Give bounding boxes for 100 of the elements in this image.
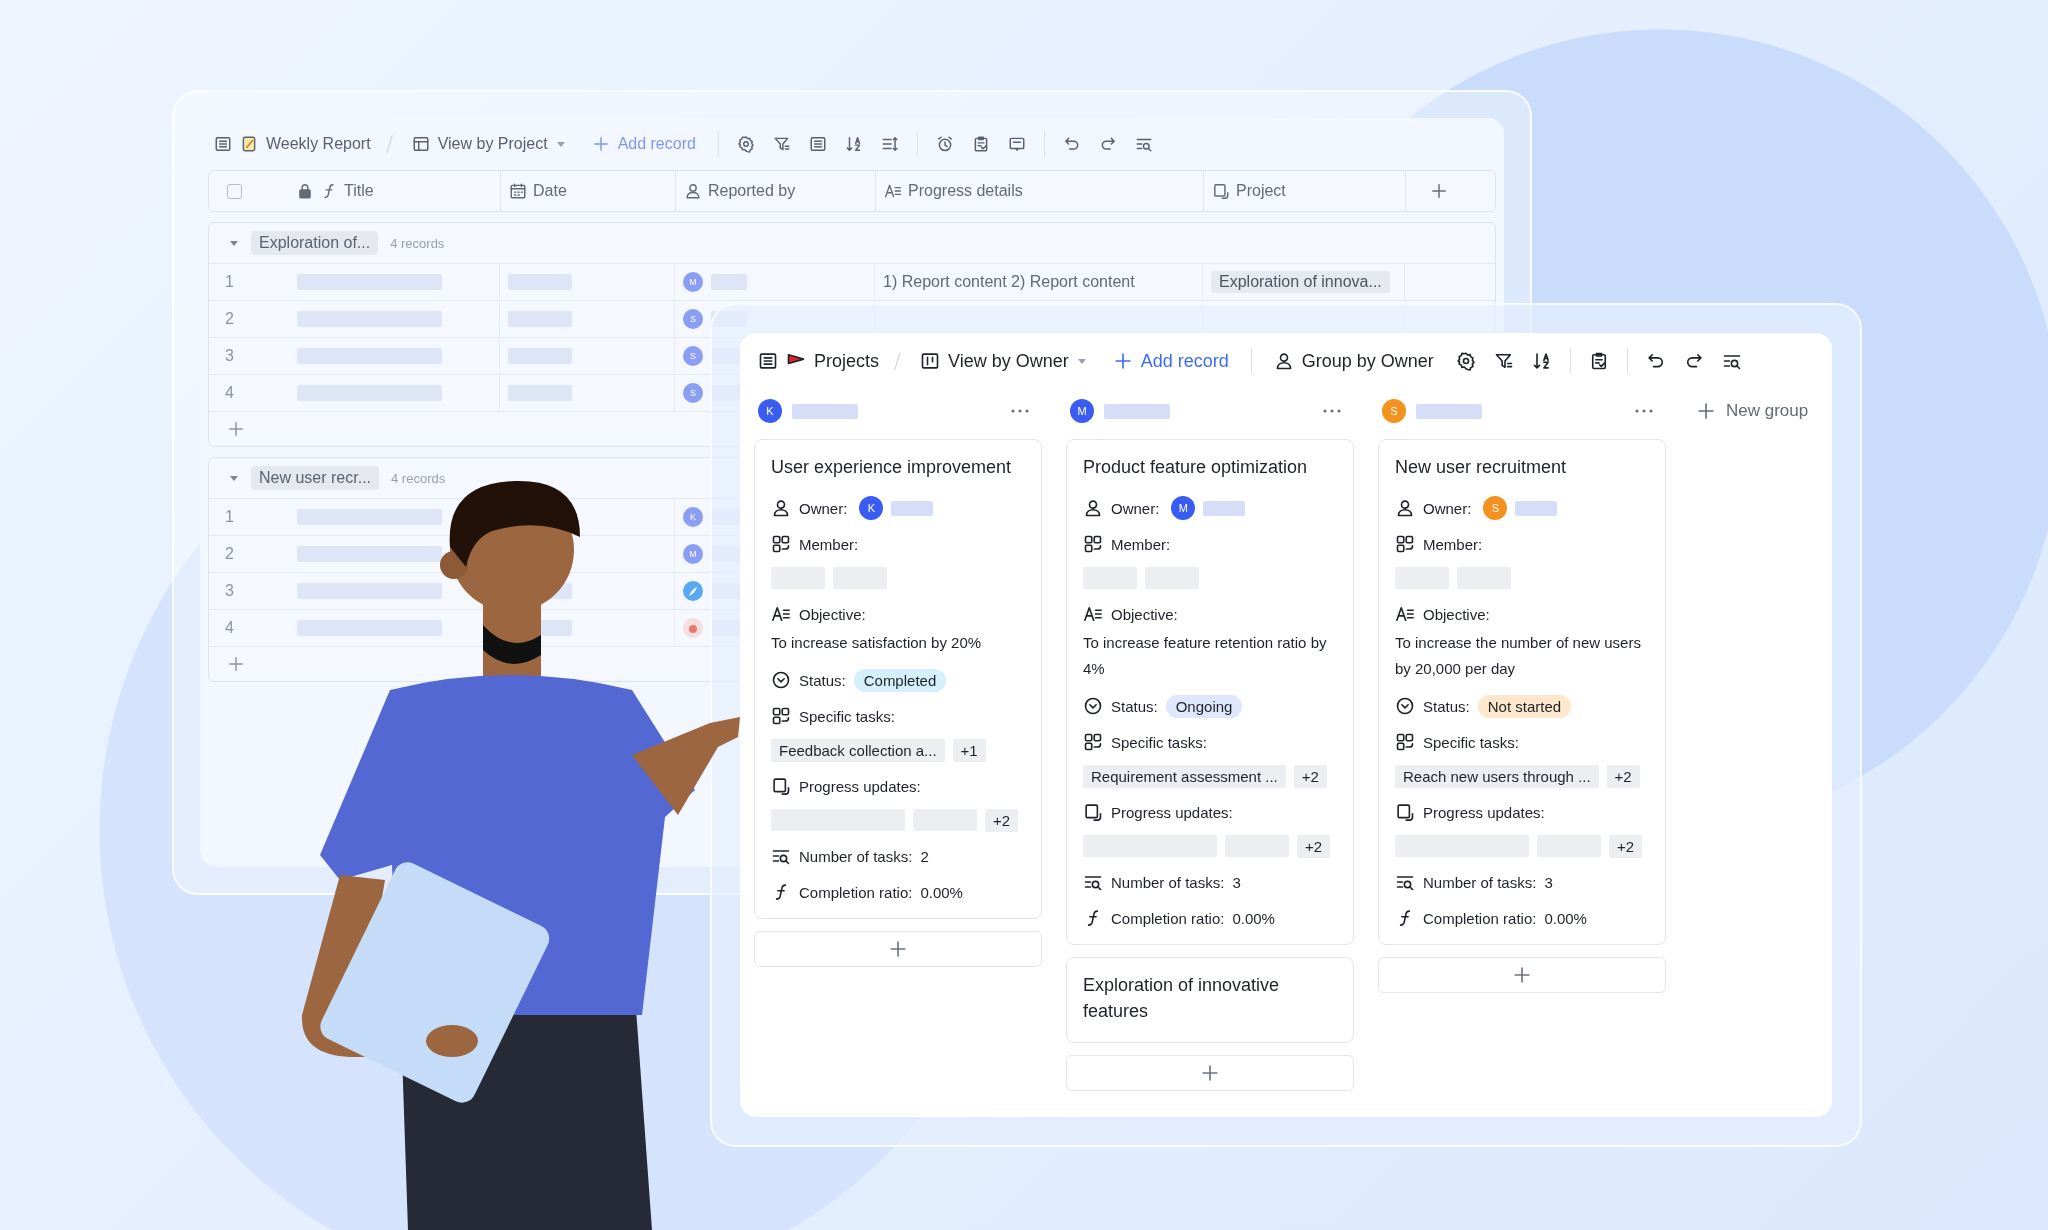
field-label: Member:: [1423, 535, 1483, 553]
avatar: S: [1483, 496, 1508, 520]
field-value: 0.00%: [1232, 909, 1275, 927]
more-icon[interactable]: [1634, 408, 1654, 414]
more-count: +1: [952, 738, 986, 762]
plus-icon: [1696, 401, 1716, 421]
more-count: +2: [1606, 764, 1640, 788]
caret-icon[interactable]: [229, 473, 239, 483]
task-tag: Feedback collection a...: [771, 738, 945, 762]
record-card[interactable]: [754, 439, 1042, 919]
chevron-circle-icon: [771, 670, 791, 690]
column-header: Progress details: [908, 182, 1023, 200]
status-tag: Ongoing: [1165, 694, 1243, 718]
date-placeholder: [508, 311, 572, 327]
field-value: To increase satisfaction by 20%: [771, 633, 983, 653]
alarm-icon[interactable]: [935, 135, 954, 153]
column-header: Title: [344, 182, 374, 200]
calendar-icon: [509, 182, 527, 200]
row-number: 2: [224, 545, 235, 563]
row-height-icon[interactable]: [880, 135, 899, 153]
chevron-circle-icon: [1395, 696, 1415, 716]
plus-icon: [1112, 351, 1133, 371]
list-icon[interactable]: [758, 351, 778, 371]
feather-avatar: [683, 581, 703, 601]
person-icon: [1083, 498, 1103, 518]
record-card[interactable]: [1378, 439, 1666, 945]
note-icon: [240, 135, 258, 153]
sort-icon[interactable]: [1531, 351, 1552, 371]
settings-icon[interactable]: [1455, 351, 1476, 371]
comment-icon[interactable]: [1007, 135, 1026, 153]
avatar: K: [758, 399, 782, 423]
record-card[interactable]: [1066, 439, 1354, 945]
more-count: +2: [985, 808, 1019, 832]
kanban-icon: [920, 351, 941, 371]
lock-icon: [296, 182, 314, 200]
card-title: Exploration of innovative features: [1083, 974, 1281, 1023]
field-label: Specific tasks:: [1423, 733, 1519, 751]
plus-icon[interactable]: [1429, 182, 1448, 200]
caret-icon: [555, 139, 566, 149]
caret-icon[interactable]: [229, 238, 239, 248]
grid-icon: [771, 706, 791, 726]
plus-icon: [1200, 1063, 1220, 1083]
more-count: +2: [1609, 834, 1643, 858]
field-label: Number of tasks:: [1423, 873, 1537, 891]
avatar: S: [683, 346, 703, 366]
field-value: 3: [1232, 873, 1241, 891]
field-value: 0.00%: [1544, 909, 1587, 927]
name-placeholder: [891, 500, 934, 516]
field-label: Owner:: [799, 499, 848, 517]
record-count: 4 records: [391, 470, 446, 486]
grid-icon: [771, 534, 791, 554]
person-icon: [684, 182, 702, 200]
more-count: +2: [1297, 834, 1331, 858]
name-placeholder: [711, 274, 747, 290]
person-icon: [771, 498, 791, 518]
field-label: Number of tasks:: [799, 847, 913, 865]
row-number: 4: [224, 619, 235, 637]
name-placeholder: [1104, 403, 1170, 419]
row-number: 2: [224, 310, 235, 328]
status-tag: Completed: [853, 668, 947, 692]
filter-icon[interactable]: [1493, 351, 1514, 371]
avatar: K: [859, 496, 884, 520]
field-label: Objective:: [1423, 605, 1490, 623]
plus-icon: [1512, 965, 1532, 985]
checkbox[interactable]: [227, 183, 242, 199]
more-icon[interactable]: [1322, 408, 1342, 414]
group-by-button[interactable]: Group by Owner: [1269, 346, 1438, 376]
row-number: 3: [224, 582, 235, 600]
table-cell: 1) Report content 2) Report content: [883, 273, 1135, 291]
record-card[interactable]: Exploration of innovative features: [1066, 957, 1354, 1043]
caret-icon: [1076, 356, 1087, 366]
status-tag: Not started: [1477, 694, 1572, 718]
link-icon: [1212, 182, 1230, 200]
row-number: 1: [224, 273, 235, 291]
view-selector[interactable]: View by Project: [407, 131, 570, 157]
avatar: S: [1382, 399, 1406, 423]
avatar: K: [683, 507, 703, 527]
date-placeholder: [508, 274, 572, 290]
text-field-icon: [1395, 604, 1415, 624]
record-count: 4 records: [390, 235, 445, 251]
link-icon: [1395, 802, 1415, 822]
field-value: To increase the number of new users by 20,000 per day: [1395, 633, 1642, 679]
field-value: To increase feature retention ratio by 4%: [1083, 633, 1328, 679]
add-record-button[interactable]: Add record: [1108, 346, 1233, 376]
task-tag: Reach new users through ...: [1395, 764, 1599, 788]
text-field-icon: [884, 182, 902, 200]
person-icon: [1395, 498, 1415, 518]
row-number: 4: [224, 384, 235, 402]
text-field-icon: [1083, 604, 1103, 624]
card-title: User experience improvement: [771, 456, 1013, 479]
field-value: 0.00%: [920, 883, 963, 901]
view-selector[interactable]: View by Owner: [916, 346, 1091, 376]
more-icon[interactable]: [1010, 408, 1030, 414]
table-icon: [411, 135, 430, 153]
new-group-button[interactable]: New group: [1690, 395, 1815, 427]
grid-icon: [1395, 732, 1415, 752]
grid-icon: [1395, 534, 1415, 554]
field-label: Objective:: [1111, 605, 1178, 623]
field-label: Member:: [799, 535, 859, 553]
document-title: Projects: [814, 350, 880, 372]
